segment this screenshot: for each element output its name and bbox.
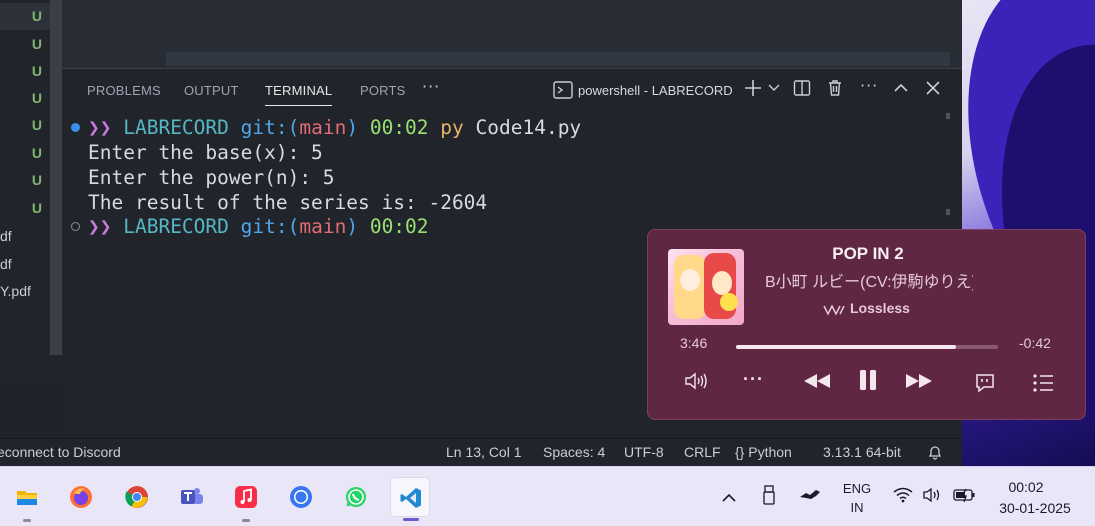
chevron-down-icon[interactable] [768,83,780,93]
more-actions-icon[interactable]: ··· [860,76,878,95]
git-status-untracked: U [31,36,42,52]
command-success-dot[interactable] [71,123,80,132]
battery-charging-icon[interactable] [953,487,977,507]
chrome-icon[interactable] [117,477,157,517]
language-indicator[interactable]: ENG [838,481,876,496]
bell-icon[interactable] [927,444,943,463]
keyboard-layout[interactable]: IN [838,500,876,515]
taskbar: ENG IN 00:02 30-01-2025 [0,466,1095,526]
git-status-untracked: U [31,8,42,24]
teams-icon[interactable] [172,477,212,517]
track-title: POP IN 2 [832,244,904,263]
git-status-untracked: U [31,145,42,161]
split-terminal-icon[interactable] [793,79,811,97]
track-artist: B小町 ルビー(CV:伊駒ゆりえ) [765,274,973,291]
terminal-line-output: Enter the base(x): 5 [88,141,323,164]
tab-problems[interactable]: PROBLEMS [87,83,161,98]
editor-horizontal-scrollbar[interactable] [166,52,950,66]
chevron-up-icon[interactable] [721,489,737,508]
more-tabs-button[interactable]: ··· [422,77,440,96]
explorer-sidebar: U U U U U U U U df df Y.pdf [0,0,62,383]
tab-output[interactable]: OUTPUT [184,83,239,98]
file-explorer-icon[interactable] [7,477,47,522]
git-status-untracked: U [31,172,42,188]
whatsapp-icon[interactable] [336,477,376,517]
signal-icon[interactable] [281,477,321,517]
pause-icon[interactable] [858,369,878,396]
elapsed-time: 3:46 [680,335,708,351]
explorer-scrollbar[interactable] [50,0,62,355]
vscode-icon[interactable] [390,477,430,521]
media-flyout: POP IN 2 B小町 ルビー(CV:伊駒ゆりえ) Lossless 3:46… [647,229,1086,420]
quality-badge: Lossless [850,300,910,316]
end-of-line[interactable]: CRLF [684,444,721,460]
terminal-line-prompt: ❯❯ LABRECORD git:(main) 00:02 py Code14.… [88,116,582,139]
queue-icon[interactable] [1032,373,1054,398]
terminal-line-output: Enter the power(n): 5 [88,166,335,189]
tray-app-icon[interactable] [798,487,822,507]
more-options-icon[interactable]: ··· [743,369,764,390]
usb-device-icon[interactable] [762,485,776,509]
git-status-untracked: U [31,90,42,106]
album-art[interactable] [668,249,744,325]
wifi-icon[interactable] [893,487,913,507]
apple-music-icon[interactable] [226,477,266,522]
clock-date[interactable]: 30-01-2025 [990,500,1080,516]
command-pending-dot[interactable] [71,222,80,231]
language-mode[interactable]: {} Python [735,444,792,460]
python-interpreter[interactable]: 3.13.1 64-bit [823,444,901,460]
seek-bar-progress [736,345,957,349]
speaker-icon[interactable] [922,487,944,507]
previous-track-icon[interactable] [802,372,832,395]
close-panel-icon[interactable] [924,79,942,97]
terminal-line-output: The result of the series is: -2604 [88,191,488,214]
maximize-panel-icon[interactable] [892,79,910,97]
panel-tabs: PROBLEMS OUTPUT TERMINAL PORTS ··· power… [62,69,962,113]
tab-terminal[interactable]: TERMINAL [265,83,333,106]
git-status-untracked: U [31,117,42,133]
status-bar: econnect to Discord Ln 13, Col 1 Spaces:… [0,438,962,466]
lossless-icon [823,303,845,321]
discord-status[interactable]: econnect to Discord [0,444,121,460]
cursor-position[interactable]: Ln 13, Col 1 [446,444,522,460]
lyrics-icon[interactable] [974,372,996,399]
remaining-time: -0:42 [1019,335,1051,351]
trash-icon[interactable] [826,79,844,97]
clock-time[interactable]: 00:02 [990,479,1062,495]
git-status-untracked: U [31,200,42,216]
volume-icon[interactable] [684,370,710,397]
indentation[interactable]: Spaces: 4 [543,444,605,460]
terminal-line-prompt: ❯❯ LABRECORD git:(main) 00:02 [88,215,429,238]
terminal-selector[interactable]: powershell - LABRECORD [578,83,733,98]
git-status-untracked: U [31,63,42,79]
next-track-icon[interactable] [904,372,934,395]
seek-bar[interactable] [736,345,998,349]
tab-ports[interactable]: PORTS [360,83,406,98]
encoding[interactable]: UTF-8 [624,444,664,460]
terminal-icon [553,81,573,103]
new-terminal-icon[interactable] [744,79,762,97]
firefox-icon[interactable] [61,477,101,517]
